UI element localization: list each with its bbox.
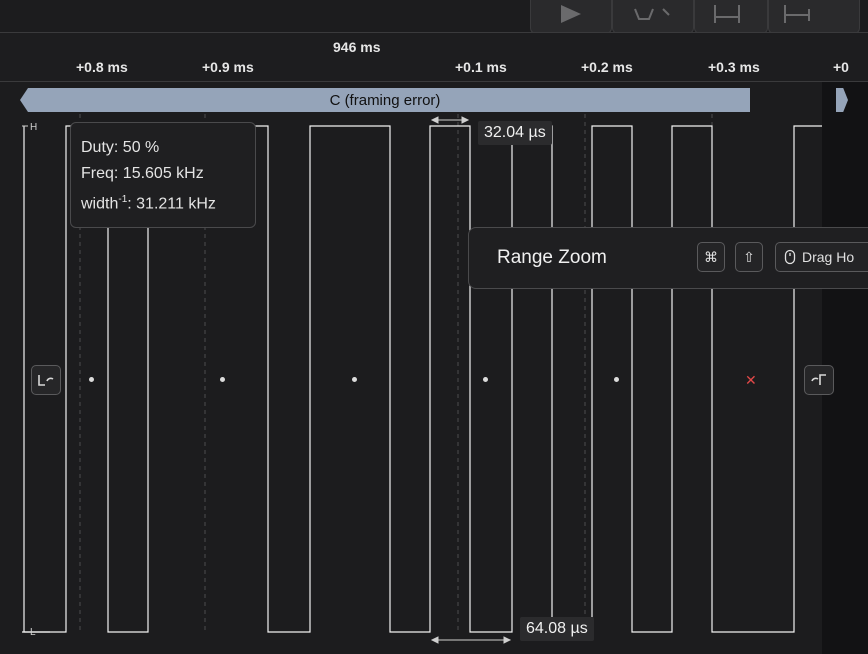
ruler-tick: +0.8 ms [76, 59, 128, 75]
next-edge-icon [811, 374, 826, 385]
level-high-label: H [30, 122, 38, 133]
measure-button[interactable] [768, 0, 860, 34]
prev-edge-icon [38, 375, 54, 386]
time-ruler[interactable]: 946 ms +0.8 ms +0.9 ms +0.1 ms +0.2 ms +… [0, 32, 868, 82]
capture-icon [714, 5, 740, 23]
capture-button[interactable] [694, 0, 768, 34]
mouse-icon [784, 249, 796, 265]
range-zoom-title: Range Zoom [497, 247, 607, 268]
sample-point [614, 377, 619, 382]
trigger-icon [634, 8, 670, 20]
measurement-arrows [430, 116, 512, 644]
ruler-center-time: 946 ms [333, 39, 381, 55]
freq-text: Freq: 15.605 kHz [81, 165, 204, 182]
sample-point [352, 377, 357, 382]
ruler-tick: +0 [833, 59, 849, 75]
drag-hint-key: Drag Ho [775, 242, 868, 272]
sample-point [89, 377, 94, 382]
frame-label: C (framing error) [329, 91, 441, 109]
duty-text: Duty: 50 % [81, 139, 160, 156]
ruler-tick: +0.9 ms [202, 59, 254, 75]
level-low-label: L [30, 627, 36, 638]
command-key: ⌘ [697, 242, 725, 272]
measurement-label-bottom: 64.08 µs [520, 617, 594, 641]
drag-hint-label: Drag Ho [802, 249, 855, 265]
width-text: width-1: 31.211 kHz [81, 194, 216, 213]
measure-icon [784, 5, 810, 23]
ruler-tick: +0.2 ms [581, 59, 633, 75]
range-zoom-hint: Range Zoom ⌘ ⇧ Drag Ho [468, 227, 868, 289]
ruler-tick: +0.3 ms [708, 59, 760, 75]
trigger-button[interactable] [612, 0, 694, 34]
sample-point [220, 377, 225, 382]
ruler-tick: +0.1 ms [455, 59, 507, 75]
sample-point [483, 377, 488, 382]
play-button[interactable] [530, 0, 612, 34]
prev-edge-button[interactable] [31, 365, 61, 395]
error-sample-icon: ✕ [745, 372, 757, 388]
next-edge-button[interactable] [804, 365, 834, 395]
measurement-label-top: 32.04 µs [478, 121, 552, 145]
top-toolbar [0, 0, 868, 34]
pulse-info-tooltip: Duty: 50 % Freq: 15.605 kHz width-1: 31.… [70, 122, 256, 228]
decoded-frame-bar[interactable]: C (framing error) [20, 88, 750, 112]
shift-key: ⇧ [735, 242, 763, 272]
play-icon [561, 5, 581, 23]
